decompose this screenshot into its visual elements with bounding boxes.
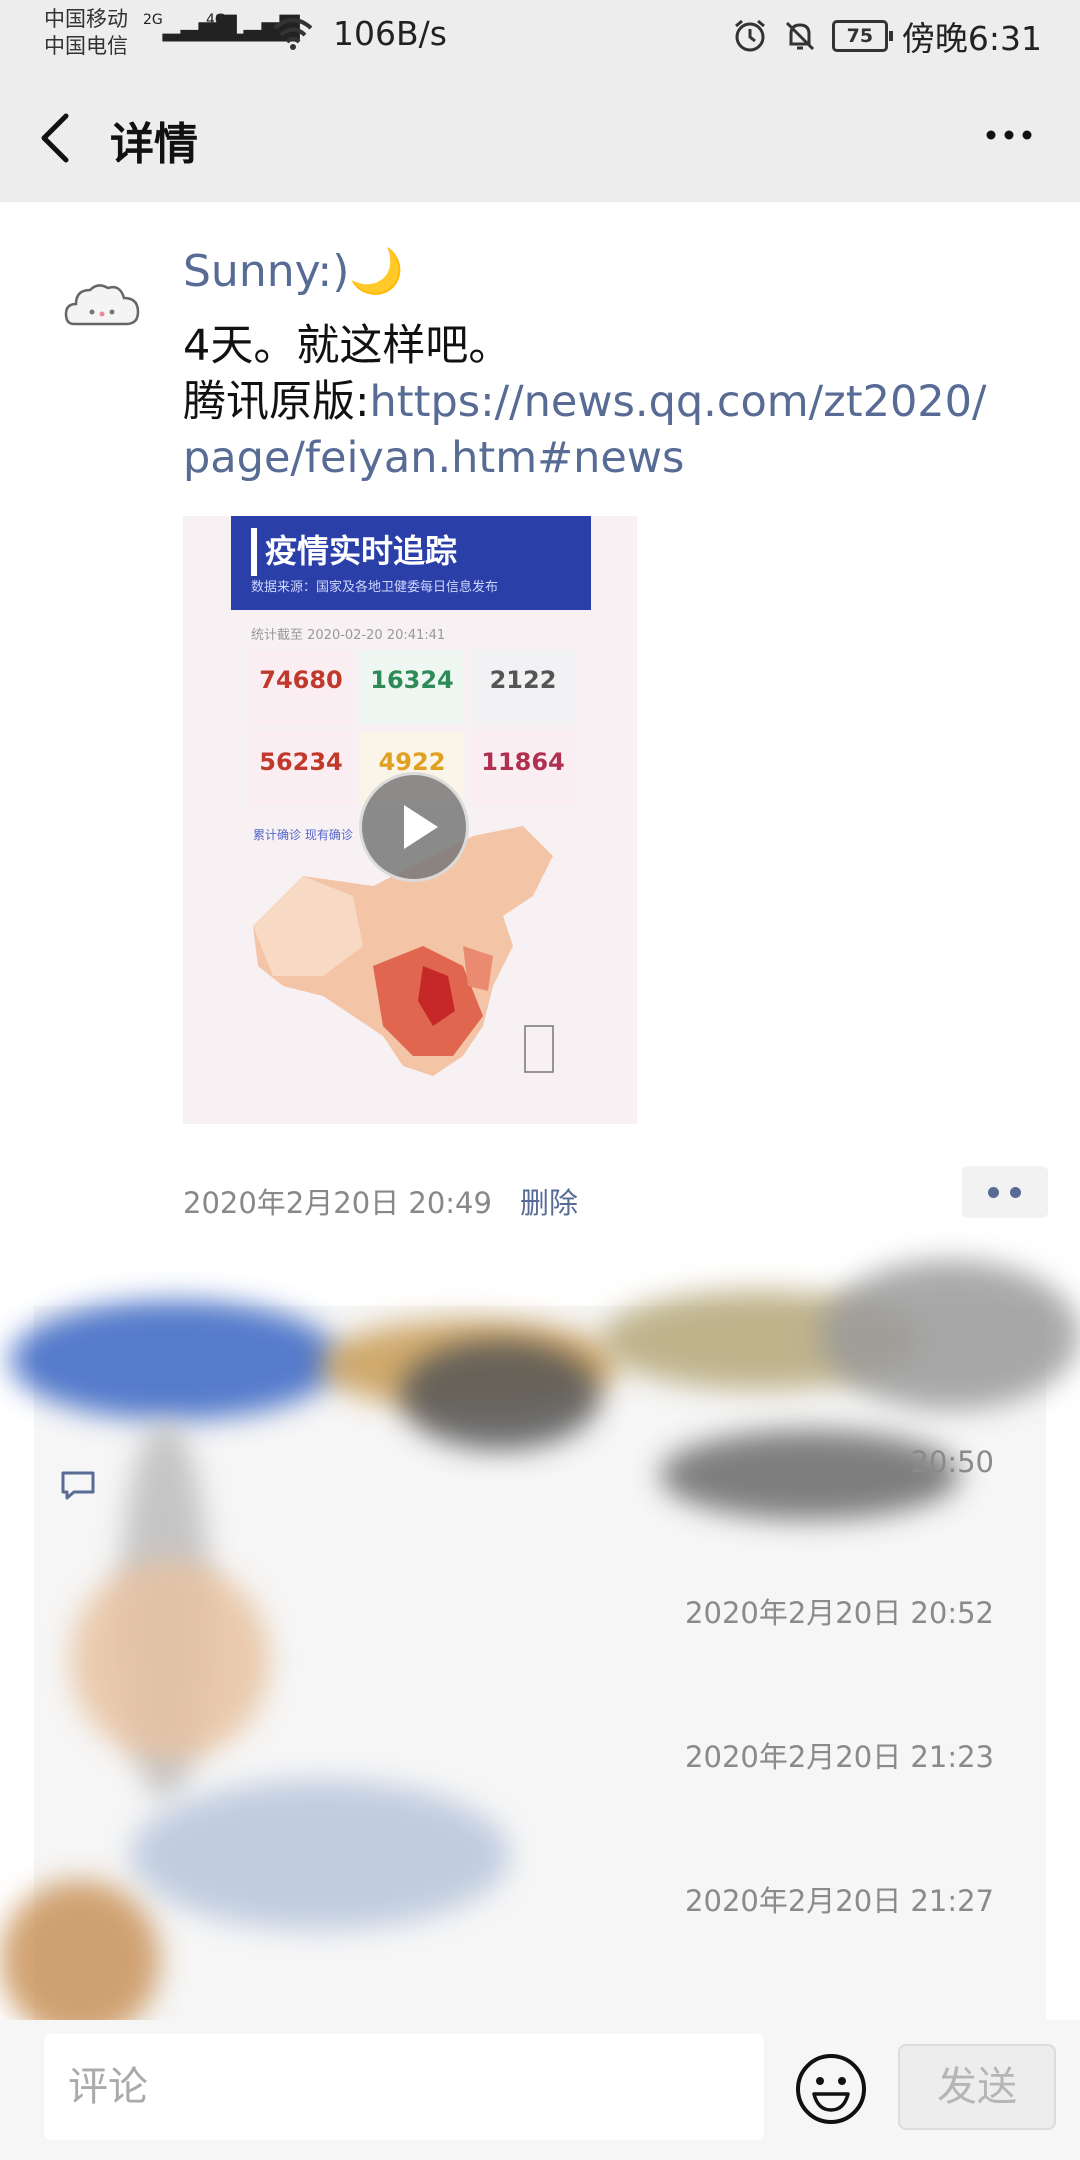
title-bar: 详情 bbox=[0, 70, 1080, 202]
delete-link[interactable]: 删除 bbox=[520, 1180, 578, 1222]
stat-number: 2122 bbox=[489, 666, 557, 694]
stat-number: 56234 bbox=[259, 748, 343, 776]
header-accent-bar bbox=[251, 528, 257, 576]
video-thumbnail[interactable]: 疫情实时追踪 数据来源：国家及各地卫健委每日信息发布 统计截至 2020-02-… bbox=[183, 516, 637, 1124]
comment-input[interactable]: 评论 bbox=[44, 2034, 764, 2140]
clock: 傍晚6:31 bbox=[901, 19, 1042, 58]
battery-icon: 75 bbox=[831, 20, 893, 52]
comment-time: 2020年2月20日 21:23 bbox=[685, 1740, 994, 1774]
obscured-region bbox=[130, 1780, 510, 1930]
page-title: 详情 bbox=[110, 119, 198, 170]
post-line-1: 4天。就这样吧。 bbox=[183, 321, 512, 371]
author-name[interactable]: Sunny:)🌙 bbox=[183, 245, 404, 297]
more-horizontal-icon[interactable] bbox=[984, 128, 1034, 142]
stat-cell: 16324 bbox=[360, 650, 464, 724]
obscured-region bbox=[0, 1880, 160, 2040]
video-header-subtitle: 数据来源：国家及各地卫健委每日信息发布 bbox=[251, 580, 499, 595]
comment-icon bbox=[61, 1471, 95, 1500]
obscured-region bbox=[70, 1560, 270, 1760]
video-header-title: 疫情实时追踪 bbox=[265, 532, 458, 570]
stat-cell: 56234 bbox=[249, 732, 353, 806]
avatar[interactable] bbox=[62, 268, 142, 348]
carrier-2: 中国电信 bbox=[44, 34, 128, 58]
post-line-2: 腾讯原版:https://news.qq.com/zt2020/page/fei… bbox=[183, 374, 1013, 486]
like-comment-icon[interactable] bbox=[962, 1166, 1048, 1218]
wifi-icon bbox=[273, 18, 313, 50]
carrier-labels: 中国移动 中国电信 bbox=[44, 6, 128, 60]
obscured-region bbox=[820, 1260, 1080, 1410]
comment-time: 2020年2月20日 21:27 bbox=[685, 1884, 994, 1918]
mute-icon bbox=[785, 21, 814, 51]
comment-input-bar: 评论 发送 bbox=[0, 2020, 1080, 2160]
stat-number: 16324 bbox=[370, 666, 454, 694]
post-text: 4天。就这样吧。 腾讯原版:https://news.qq.com/zt2020… bbox=[183, 318, 1013, 486]
video-updated: 统计截至 2020-02-20 20:41:41 bbox=[251, 628, 446, 643]
stat-number: 74680 bbox=[259, 666, 343, 694]
stat-number: 11864 bbox=[481, 748, 565, 776]
emoji-icon[interactable] bbox=[794, 2052, 868, 2126]
comment-time: 2020年2月20日 20:52 bbox=[685, 1596, 994, 1630]
send-button[interactable]: 发送 bbox=[898, 2044, 1056, 2130]
stat-cell: 2122 bbox=[471, 650, 575, 724]
video-header: 疫情实时追踪 数据来源：国家及各地卫健委每日信息发布 bbox=[231, 516, 591, 610]
alarm-icon bbox=[734, 19, 765, 52]
stat-cell: 11864 bbox=[471, 732, 575, 806]
status-bar: 中国移动 中国电信 2G▂▃▅▇ 4G▂▃▅▇ 106B/s 75 傍晚6:31 bbox=[0, 0, 1080, 70]
comment-time: 20:50 bbox=[910, 1445, 994, 1479]
link-prefix: 腾讯原版: bbox=[183, 377, 370, 427]
chevron-left-icon[interactable] bbox=[36, 110, 76, 166]
obscured-region bbox=[10, 1300, 340, 1420]
status-right: 75 傍晚6:31 bbox=[732, 12, 1042, 60]
stat-cell: 74680 bbox=[249, 650, 353, 724]
obscured-region bbox=[400, 1340, 600, 1450]
network-speed: 106B/s bbox=[333, 14, 447, 53]
post-time: 2020年2月20日 20:49 bbox=[183, 1186, 492, 1220]
play-icon[interactable] bbox=[359, 772, 469, 882]
carrier-1: 中国移动 bbox=[44, 7, 128, 31]
